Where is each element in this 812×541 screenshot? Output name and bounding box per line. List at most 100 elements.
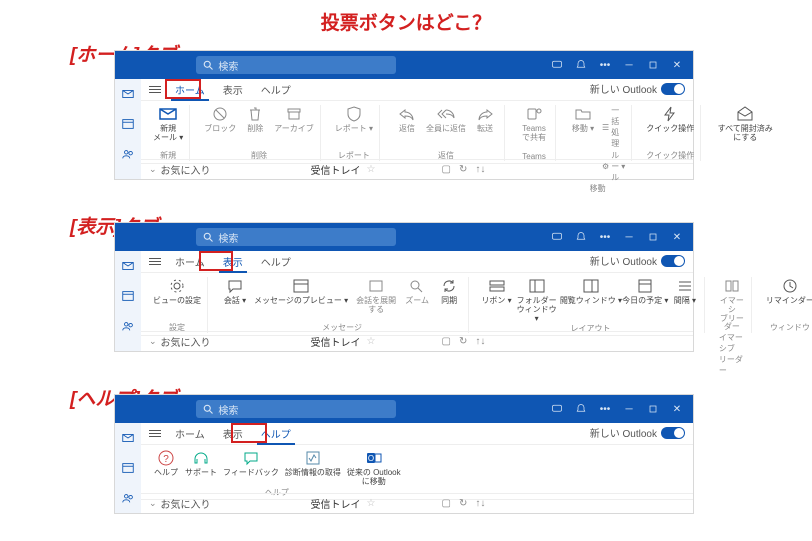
cmd-folder-pane[interactable]: フォルダー ウィンドウ ▾ [516, 277, 557, 323]
hamburger-icon[interactable] [149, 430, 161, 437]
close-icon[interactable]: ✕ [671, 59, 683, 71]
tab-help[interactable]: ヘルプ [257, 252, 295, 271]
cmd-reply[interactable]: 返信 [394, 105, 420, 134]
cmd-zoom[interactable]: ズーム [404, 277, 430, 306]
cmd-forward[interactable]: 転送 [472, 105, 498, 134]
more-icon[interactable]: ••• [599, 59, 611, 71]
more-icon[interactable]: ••• [599, 403, 611, 415]
people-icon[interactable] [121, 491, 135, 505]
cmd-reminder[interactable]: リマインダー [766, 277, 812, 306]
sort-icon[interactable]: ↑↓ [475, 336, 485, 347]
cmd-view-settings[interactable]: ビューの設定 [153, 277, 201, 306]
cmd-classic-outlook[interactable]: O従来の Outlook に移動 [347, 449, 401, 487]
tab-view[interactable]: 表示 [219, 252, 247, 271]
cmd-quickop[interactable]: クイック操作 [646, 105, 694, 134]
cmd-reading-pane[interactable]: 閲覧ウィンドウ ▾ [563, 277, 618, 306]
minimize-icon[interactable]: ─ [623, 59, 635, 71]
calendar-icon[interactable] [121, 117, 135, 131]
sort-icon[interactable]: ↑↓ [475, 498, 485, 509]
cmd-help[interactable]: ?ヘルプ [153, 449, 179, 478]
toggle-switch[interactable] [661, 255, 685, 267]
toggle-switch[interactable] [661, 427, 685, 439]
cmd-sync[interactable]: 同期 [436, 277, 462, 306]
filter-icon[interactable]: ▢ [442, 336, 451, 347]
app-rail [115, 251, 141, 351]
hamburger-icon[interactable] [149, 86, 161, 93]
inbox-header[interactable]: 受信トレイ☆ ▢ ↻ ↑↓ [311, 496, 486, 511]
cmd-report[interactable]: レポート ▾ [335, 105, 373, 134]
mail-icon[interactable] [121, 87, 135, 101]
cmd-replyall[interactable]: 全員に返信 [426, 105, 466, 134]
bell-icon[interactable] [575, 59, 587, 71]
inbox-header[interactable]: 受信トレイ☆ ▢ ↻ ↑↓ [311, 162, 486, 177]
cmd-expand[interactable]: 会話を展開する [354, 277, 398, 315]
mail-icon[interactable] [121, 259, 135, 273]
favorites-expander[interactable]: ⌄お気に入り [149, 334, 211, 349]
cmd-move[interactable]: 移動 ▾ [570, 105, 596, 134]
tab-home[interactable]: ホーム [171, 424, 209, 443]
toggle-switch[interactable] [661, 83, 685, 95]
search-box[interactable]: 検索 [196, 56, 396, 74]
cmd-block[interactable]: ブロック [204, 105, 236, 134]
search-box[interactable]: 検索 [196, 228, 396, 246]
close-icon[interactable]: ✕ [671, 231, 683, 243]
refresh-icon[interactable]: ↻ [459, 498, 467, 509]
cmd-preview[interactable]: メッセージのプレビュー ▾ [254, 277, 348, 306]
favorites-expander[interactable]: ⌄お気に入り [149, 496, 211, 511]
calendar-icon[interactable] [121, 289, 135, 303]
cmd-today[interactable]: 今日の予定 ▾ [625, 277, 666, 306]
tab-help[interactable]: ヘルプ [257, 80, 295, 99]
tab-view[interactable]: 表示 [219, 424, 247, 443]
tab-home[interactable]: ホーム [171, 252, 209, 271]
new-outlook-toggle[interactable]: 新しい Outlook [590, 253, 685, 268]
minimize-icon[interactable]: ─ [623, 403, 635, 415]
cmd-teams[interactable]: Teams で共有 [519, 105, 549, 143]
chat-icon[interactable] [551, 403, 563, 415]
more-icon[interactable]: ••• [599, 231, 611, 243]
cmd-immersive[interactable]: イマーシ ブリーダー [719, 277, 745, 332]
cmd-new-mail[interactable]: 新規メール ▾ [153, 105, 183, 143]
star-icon[interactable]: ☆ [367, 336, 376, 347]
people-icon[interactable] [121, 319, 135, 333]
cmd-support[interactable]: サポート [185, 449, 217, 478]
maximize-icon[interactable] [647, 403, 659, 415]
cmd-markread[interactable]: すべて開封済みにする [715, 105, 775, 143]
tab-help[interactable]: ヘルプ [257, 424, 295, 443]
mail-icon[interactable] [121, 431, 135, 445]
chat-icon[interactable] [551, 59, 563, 71]
star-icon[interactable]: ☆ [367, 498, 376, 509]
close-icon[interactable]: ✕ [671, 403, 683, 415]
cmd-diagnostics[interactable]: 診断情報の取得 [285, 449, 341, 478]
minimize-icon[interactable]: ─ [623, 231, 635, 243]
cmd-ribbon-layout[interactable]: リボン ▾ [483, 277, 510, 306]
people-icon[interactable] [121, 147, 135, 161]
archive-icon [284, 105, 304, 123]
feedback-icon [241, 449, 261, 467]
tab-view[interactable]: 表示 [219, 80, 247, 99]
sort-icon[interactable]: ↑↓ [475, 164, 485, 175]
refresh-icon[interactable]: ↻ [459, 336, 467, 347]
refresh-icon[interactable]: ↻ [459, 164, 467, 175]
bell-icon[interactable] [575, 231, 587, 243]
cmd-conversation[interactable]: 会話 ▾ [222, 277, 248, 306]
cmd-feedback[interactable]: フィードバック [223, 449, 279, 478]
maximize-icon[interactable] [647, 231, 659, 243]
cmd-spacing[interactable]: 間隔 ▾ [672, 277, 698, 306]
bell-icon[interactable] [575, 403, 587, 415]
tab-home[interactable]: ホーム [171, 80, 209, 99]
star-icon[interactable]: ☆ [367, 164, 376, 175]
cmd-delete[interactable]: 削除 [242, 105, 268, 134]
cmd-archive[interactable]: アーカイブ [274, 105, 314, 134]
cmd-quickactions[interactable]: ☰一括処理 [602, 105, 625, 149]
filter-icon[interactable]: ▢ [442, 164, 451, 175]
hamburger-icon[interactable] [149, 258, 161, 265]
search-box[interactable]: 検索 [196, 400, 396, 418]
favorites-expander[interactable]: ⌄お気に入り [149, 162, 211, 177]
inbox-header[interactable]: 受信トレイ☆ ▢ ↻ ↑↓ [311, 334, 486, 349]
filter-icon[interactable]: ▢ [442, 498, 451, 509]
new-outlook-toggle[interactable]: 新しい Outlook [590, 81, 685, 96]
new-outlook-toggle[interactable]: 新しい Outlook [590, 425, 685, 440]
chat-icon[interactable] [551, 231, 563, 243]
maximize-icon[interactable] [647, 59, 659, 71]
calendar-icon[interactable] [121, 461, 135, 475]
